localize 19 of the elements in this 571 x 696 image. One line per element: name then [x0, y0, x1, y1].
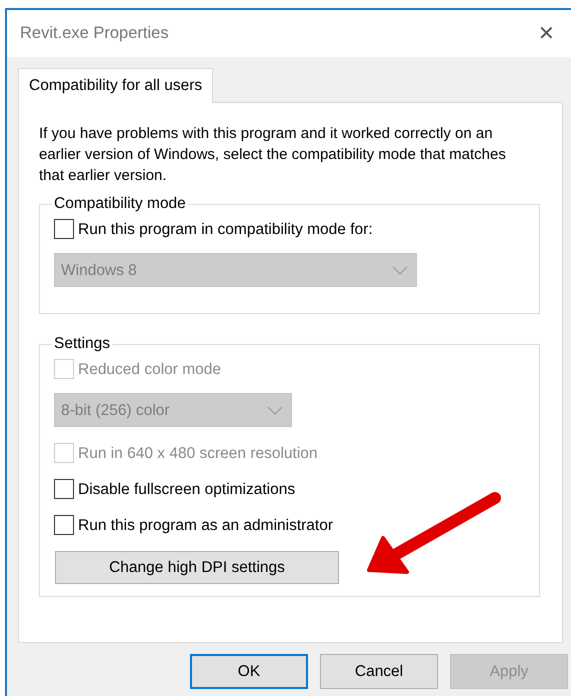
tab[interactable]: Compatibility for all users — [18, 68, 214, 104]
checkbox[interactable] — [54, 479, 74, 500]
checkbox-label[interactable]: Disable fullscreen optimizations — [78, 478, 296, 501]
window-title: Revit.exe Properties — [20, 23, 169, 44]
chevron-down-icon — [267, 406, 283, 415]
close-button[interactable]: ✕ — [538, 24, 555, 44]
description-text: If you have problems with this program and it worked correctly on an earlier version of Windows, select the compatibility mode that matches that earlier version. — [39, 124, 507, 186]
dialog-button[interactable]: Cancel — [320, 654, 438, 690]
checkbox-label: Run in 640 x 480 screen resolution — [78, 444, 318, 464]
checkbox-label[interactable]: Run this program in compatibility mode for: — [78, 218, 373, 241]
dialog-button[interactable]: OK — [190, 654, 308, 690]
dropdown: Windows 8 — [54, 253, 417, 288]
dpi-settings-button[interactable]: Change high DPI settings — [55, 551, 339, 584]
checkbox-label: Reduced color mode — [78, 360, 222, 380]
checkbox[interactable] — [54, 219, 74, 240]
checkbox[interactable] — [54, 515, 74, 536]
chevron-down-icon — [392, 266, 408, 275]
dropdown: 8-bit (256) color — [54, 393, 292, 428]
checkbox-label[interactable]: Run this program as an administrator — [78, 514, 334, 537]
